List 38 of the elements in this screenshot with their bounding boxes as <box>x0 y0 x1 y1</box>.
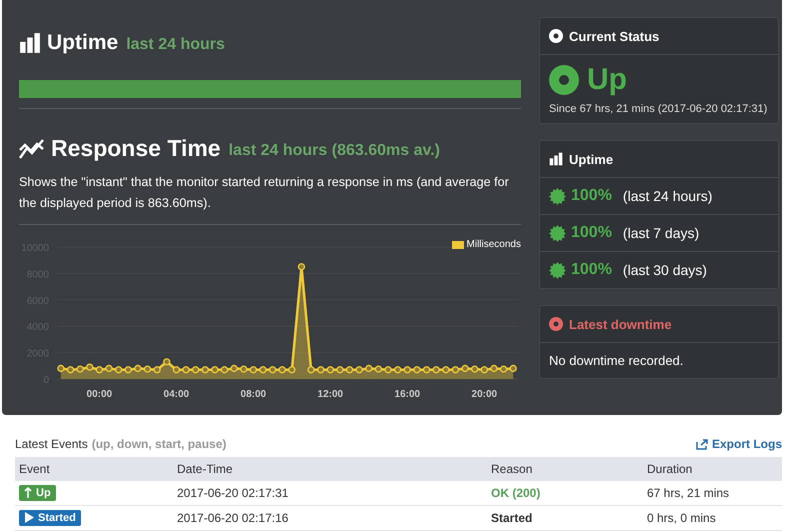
axis-label: 08:00 <box>240 389 266 400</box>
events-title: Latest Events (up, down, start, pause) <box>15 437 226 451</box>
period-label: last 24 hours (863.60ms av.) <box>228 142 440 160</box>
axis-label: 12:00 <box>318 389 344 400</box>
uptime-period: (last 24 hours) <box>622 188 712 204</box>
column-header: Date-Time <box>173 457 487 481</box>
event-badge: Up <box>19 484 56 501</box>
table-cell: 2017-06-20 02:17:31 <box>173 481 487 506</box>
axis-label: 16:00 <box>394 389 420 400</box>
uptime-period: (last 30 days) <box>622 262 707 278</box>
table-cell: OK (200) <box>487 481 643 506</box>
status-text: Up <box>587 63 627 97</box>
legend-label: Milliseconds <box>466 239 521 250</box>
event-badge: Started <box>19 510 81 526</box>
column-header: Event <box>15 457 173 481</box>
panel-title: Uptime <box>569 152 614 166</box>
panel-title: Latest downtime <box>569 316 672 332</box>
period-label: last 24 hours <box>126 36 225 54</box>
description-text: Shows the "instant" that the monitor started returning a response in ms (and average for the displayed period is 863.60ms). <box>19 174 510 212</box>
export-logs-link[interactable]: Export Logs <box>696 437 782 451</box>
status-since: Since 67 hrs, 21 mins (2017-06-20 02:17:31) <box>549 103 768 115</box>
table-cell: 67 hrs, 21 mins <box>643 481 782 506</box>
panel-title: Current Status <box>569 28 660 44</box>
table-cell: 0 hrs, 0 mins <box>643 506 782 530</box>
section-title: Uptime <box>47 31 118 55</box>
uptime-period: (last 7 days) <box>622 225 700 241</box>
axis-label: 20:00 <box>472 389 498 400</box>
table-cell: Started <box>487 506 643 530</box>
uptime-percent: 100% <box>571 261 612 279</box>
axis-label: 00:00 <box>86 389 112 400</box>
axis-label: 04:00 <box>164 389 190 400</box>
uptime-percent: 100% <box>571 224 612 242</box>
column-header: Reason <box>487 457 643 481</box>
table-cell: 2017-06-20 02:17:16 <box>173 506 487 530</box>
uptime-percent: 100% <box>571 187 612 205</box>
downtime-message: No downtime recorded. <box>548 352 684 370</box>
column-header: Duration <box>643 457 782 481</box>
section-title: Response Time <box>51 135 221 162</box>
